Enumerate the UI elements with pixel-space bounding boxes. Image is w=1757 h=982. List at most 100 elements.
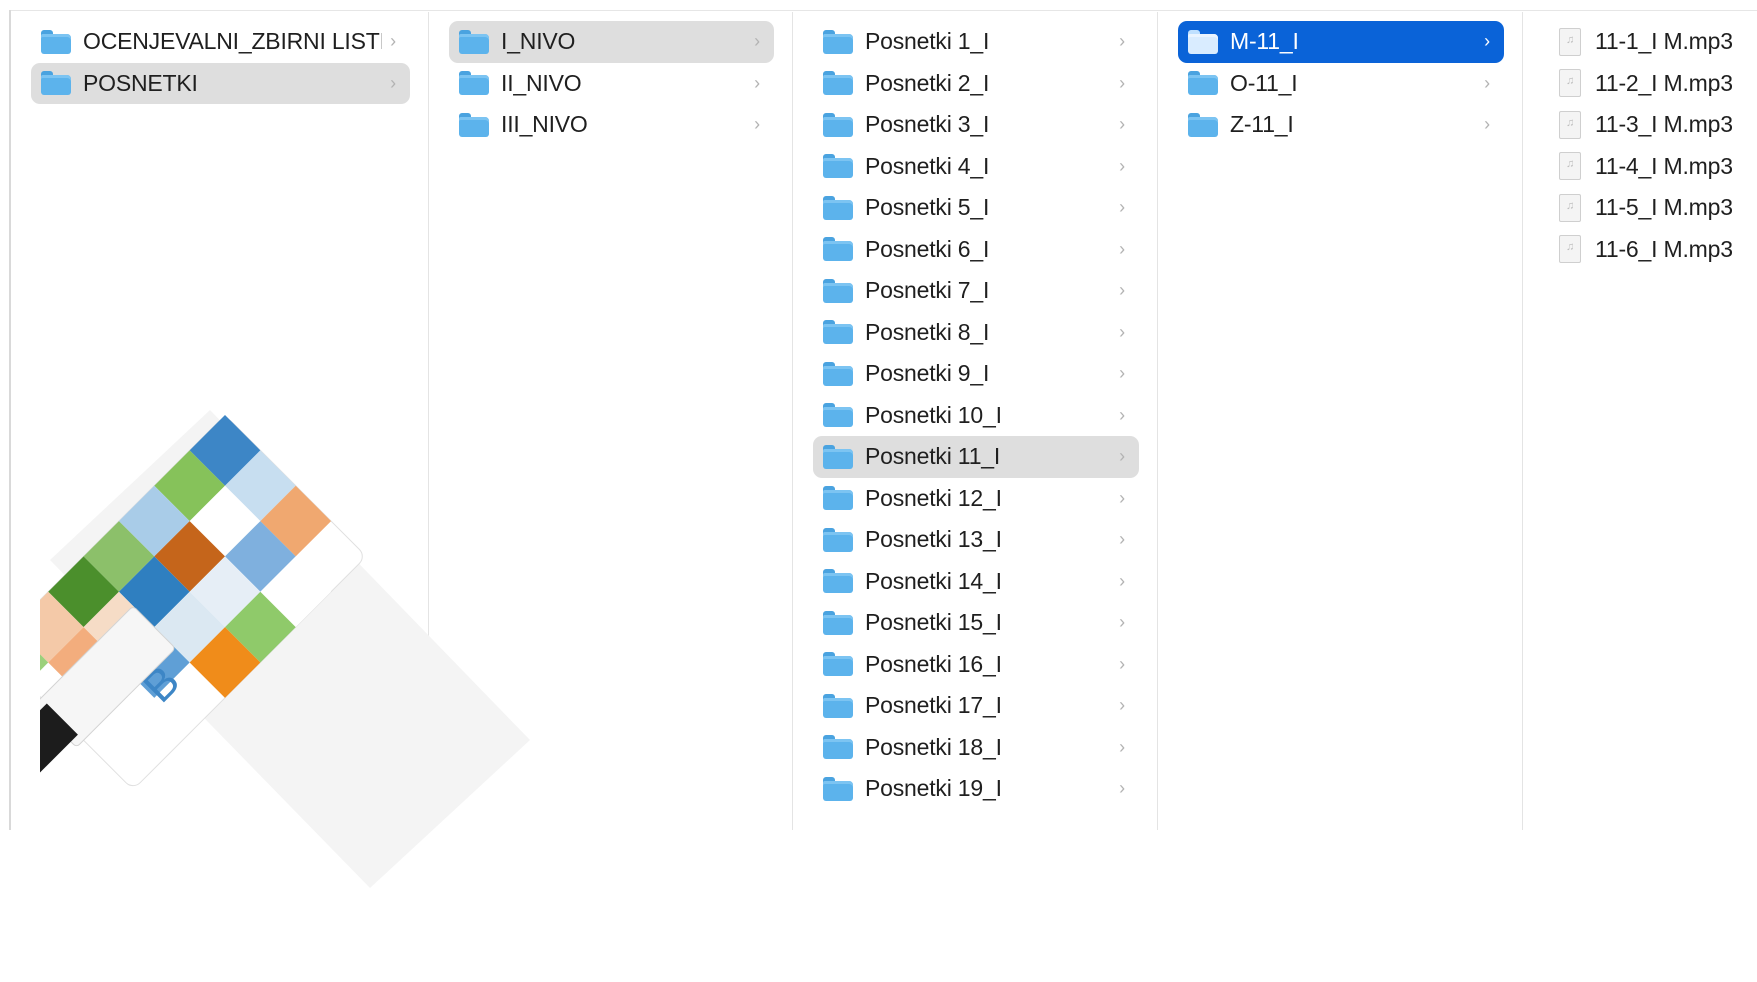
folder-row[interactable]: Posnetki 11_I › [813,436,1139,478]
file-row[interactable]: ♫ 11-5_I M.mp3 [1551,187,1757,229]
row-label: Posnetki 15_I [865,609,1002,636]
audio-file-icon: ♫ [1559,193,1581,222]
folder-icon [1188,71,1218,96]
file-row[interactable]: ♫ 11-1_I M.mp3 [1551,21,1757,63]
row-label: Posnetki 6_I [865,235,990,262]
folder-icon [823,444,853,469]
row-label: Posnetki 5_I [865,194,990,221]
chevron-right-icon: › [1119,31,1125,52]
folder-row[interactable]: Posnetki 13_I › [813,519,1139,561]
folder-icon [823,29,853,54]
chevron-right-icon: › [754,72,760,93]
folder-icon [823,776,853,801]
folder-icon [823,693,853,718]
chevron-right-icon: › [1119,321,1125,342]
folder-icon [823,610,853,635]
row-label: 11-1_I M.mp3 [1595,28,1733,55]
row-label: Posnetki 11_I [865,443,1001,470]
folder-row[interactable]: Posnetki 7_I › [813,270,1139,312]
row-label: Posnetki 4_I [865,152,990,179]
chevron-right-icon: › [1484,114,1490,135]
chevron-right-icon: › [1119,695,1125,716]
folder-icon [823,403,853,428]
folder-icon [823,486,853,511]
folder-icon [823,361,853,386]
row-label: Posnetki 18_I [865,733,1002,760]
folder-row[interactable]: POSNETKI › [31,62,410,104]
file-row[interactable]: ♫ 11-4_I M.mp3 [1551,146,1757,188]
row-label: II_NIVO [501,69,582,96]
chevron-right-icon: › [1119,529,1125,550]
top-divider [10,10,1757,11]
row-label: Posnetki 10_I [865,401,1002,428]
folder-icon [823,154,853,179]
column-5[interactable]: ♫ 11-1_I M.mp3 ♫ 11-2_I M.mp3 ♫ 11-3_I M.mp3 ♫… [1523,12,1757,830]
folder-row[interactable]: Posnetki 10_I › [813,395,1139,437]
folder-row[interactable]: Posnetki 9_I › [813,353,1139,395]
chevron-right-icon: › [1119,446,1125,467]
row-label: 11-3_I M.mp3 [1595,111,1733,138]
folder-row[interactable]: Posnetki 2_I › [813,63,1139,105]
row-label: Posnetki 7_I [865,277,990,304]
chevron-right-icon: › [754,31,760,52]
folder-icon [41,71,71,96]
folder-row[interactable]: Posnetki 16_I › [813,644,1139,686]
chevron-right-icon: › [1119,238,1125,259]
folder-row[interactable]: Posnetki 1_I › [813,21,1139,63]
chevron-right-icon: › [1119,404,1125,425]
folder-row[interactable]: Posnetki 14_I › [813,561,1139,603]
file-row[interactable]: ♫ 11-2_I M.mp3 [1551,63,1757,105]
row-label: 11-5_I M.mp3 [1595,194,1733,221]
folder-icon [823,112,853,137]
usb-card-image: B P [40,410,530,888]
folder-icon [1188,112,1218,137]
folder-row[interactable]: Posnetki 3_I › [813,104,1139,146]
folder-row[interactable]: III_NIVO › [449,104,774,146]
file-row[interactable]: ♫ 11-3_I M.mp3 [1551,104,1757,146]
folder-icon [459,29,489,54]
chevron-right-icon: › [1119,653,1125,674]
chevron-right-icon: › [1119,197,1125,218]
column-4[interactable]: M-11_I › O-11_I › Z-11_I › [1158,12,1523,830]
folder-icon [823,71,853,96]
folder-row[interactable]: M-11_I › [1178,21,1504,63]
chevron-right-icon: › [1119,363,1125,384]
folder-row[interactable]: Posnetki 12_I › [813,478,1139,520]
folder-row[interactable]: Posnetki 15_I › [813,602,1139,644]
folder-icon [823,527,853,552]
row-label: POSNETKI [83,69,198,96]
row-label: Posnetki 8_I [865,318,990,345]
row-label: Posnetki 17_I [865,692,1002,719]
folder-icon [41,29,71,54]
row-label: 11-4_I M.mp3 [1595,152,1733,179]
row-label: Posnetki 16_I [865,650,1002,677]
folder-row[interactable]: Posnetki 18_I › [813,727,1139,769]
chevron-right-icon: › [1119,736,1125,757]
row-label: Posnetki 3_I [865,111,990,138]
folder-row[interactable]: Posnetki 6_I › [813,229,1139,271]
chevron-right-icon: › [1119,155,1125,176]
chevron-right-icon: › [754,114,760,135]
folder-row[interactable]: II_NIVO › [449,63,774,105]
row-label: III_NIVO [501,111,588,138]
folder-row[interactable]: Posnetki 17_I › [813,685,1139,727]
folder-row[interactable]: Z-11_I › [1178,104,1504,146]
chevron-right-icon: › [1484,31,1490,52]
audio-file-icon: ♫ [1559,69,1581,98]
folder-row[interactable]: OCENJEVALNI_ZBIRNI LISTI › [31,21,410,63]
folder-icon [823,735,853,760]
row-label: Z-11_I [1230,111,1294,138]
folder-row[interactable]: O-11_I › [1178,63,1504,105]
folder-row[interactable]: I_NIVO › [449,21,774,63]
folder-row[interactable]: Posnetki 4_I › [813,146,1139,188]
column-3[interactable]: Posnetki 1_I › Posnetki 2_I › Posnetki 3_I › P… [793,12,1158,830]
file-row[interactable]: ♫ 11-6_I M.mp3 [1551,229,1757,271]
row-label: Posnetki 2_I [865,69,990,96]
chevron-right-icon: › [1119,72,1125,93]
audio-file-icon: ♫ [1559,235,1581,264]
folder-row[interactable]: Posnetki 5_I › [813,187,1139,229]
chevron-right-icon: › [1119,778,1125,799]
folder-row[interactable]: Posnetki 8_I › [813,312,1139,354]
folder-row[interactable]: Posnetki 19_I › [813,768,1139,810]
row-label: O-11_I [1230,69,1298,96]
